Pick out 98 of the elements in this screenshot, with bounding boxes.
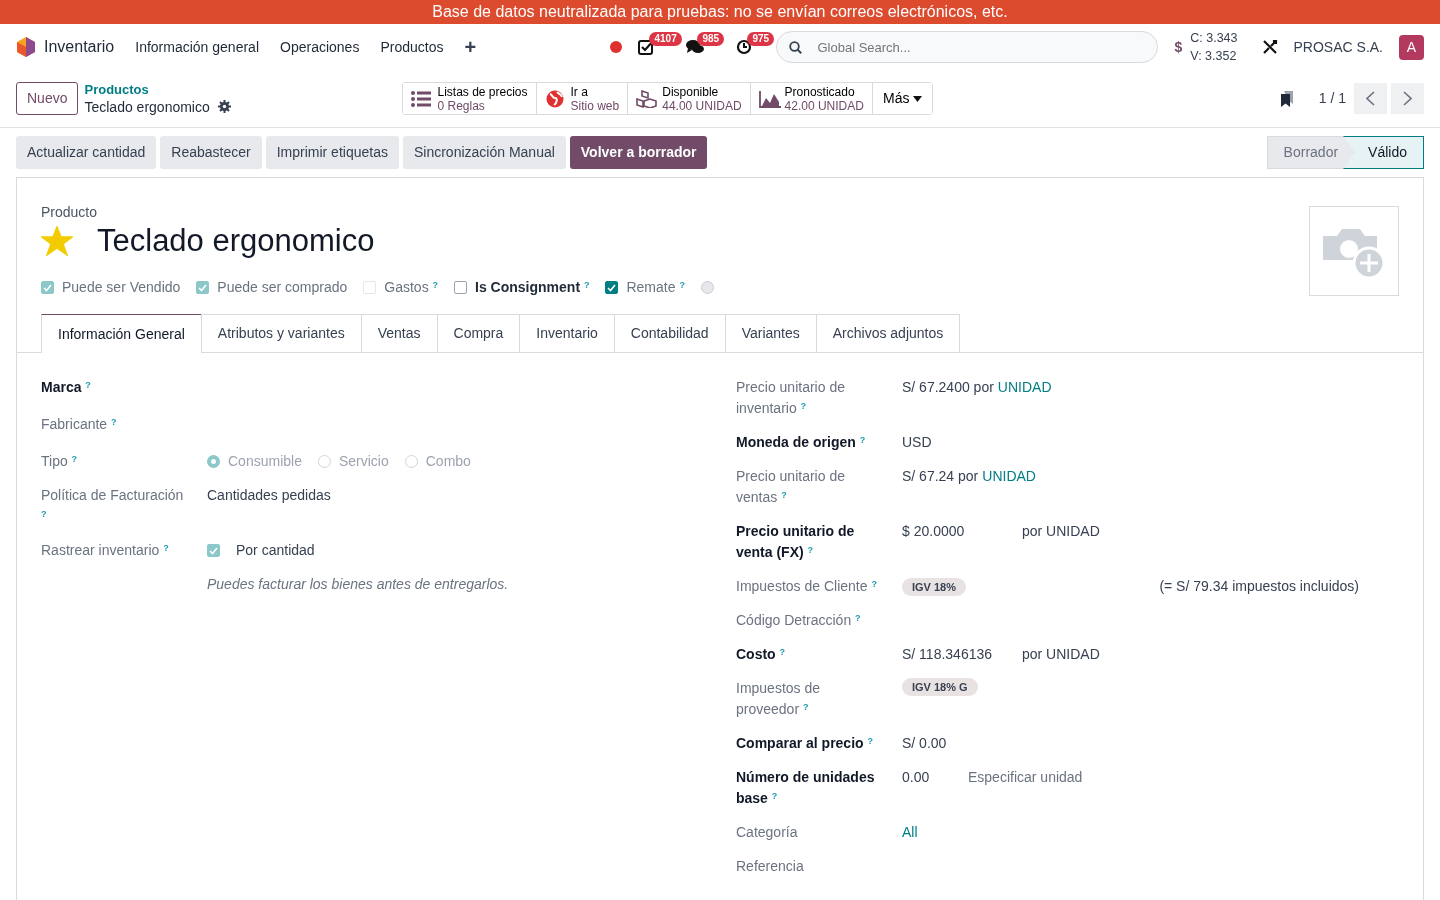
rate-text: V: 3.352: [1190, 48, 1238, 65]
image-placeholder[interactable]: [1309, 206, 1399, 296]
caret-icon: [913, 96, 923, 103]
count-badge: 4107: [649, 32, 682, 46]
tools-icon[interactable]: [1261, 39, 1278, 55]
status-stage[interactable]: Borrador: [1266, 136, 1356, 169]
list-icon: [411, 89, 434, 108]
field-label: Marca $^{?}$: [41, 378, 92, 397]
checkbox-label: Puede ser Vendido: [62, 278, 181, 297]
field-value: 0.00: [902, 768, 931, 787]
record-icon[interactable]: [610, 41, 623, 53]
unit-link[interactable]: UNIDAD: [997, 377, 1052, 398]
action-button[interactable]: Imprimir etiquetas: [265, 136, 399, 169]
field-value: S/ 67.24 por: [902, 467, 979, 486]
field-label: Rastrear inventario $^{?}$: [41, 541, 170, 560]
previous-button[interactable]: [1354, 83, 1387, 114]
count-badge: 975: [747, 32, 775, 46]
field-label: Impuestos de Cliente $^{?}$: [736, 577, 878, 596]
unit-link[interactable]: UNIDAD: [982, 466, 1036, 487]
new-icon[interactable]: +: [464, 32, 477, 62]
menu-item[interactable]: Información general: [135, 36, 259, 58]
field-label: Número de unidades base $^{?}$: [736, 768, 876, 808]
tax-note: (= S/ 79.34 impuestos incluidos): [1159, 577, 1360, 596]
breadcrumb-current: Teclado ergonomico: [84, 97, 210, 116]
menu-item[interactable]: Productos: [380, 36, 444, 58]
radio-button[interactable]: [207, 455, 220, 468]
menu-item[interactable]: Operaciones: [280, 36, 360, 58]
field-label: Precio unitario de venta (FX) $^{?}$: [736, 522, 856, 562]
field-placeholder[interactable]: Especificar unidad: [968, 767, 1083, 788]
next-button[interactable]: [1391, 83, 1424, 114]
currency-symbol: $: [1174, 37, 1183, 57]
smart-button[interactable]: Listas de precios 0 Reglas: [403, 83, 537, 114]
radio-button[interactable]: [404, 455, 418, 468]
tax-tag: IGV 18%: [902, 577, 967, 596]
action-button[interactable]: Sincronización Manual: [402, 136, 566, 169]
breadcrumb-link[interactable]: Productos: [84, 81, 403, 98]
checkbox-label: Por cantidad: [236, 541, 315, 560]
company-name[interactable]: PROSAC S.A.: [1293, 36, 1383, 58]
count-badge: 985: [697, 32, 725, 46]
field-label: Precio unitario de ventas $^{?}$: [736, 467, 846, 507]
field-label: Moneda de origen $^{?}$: [736, 433, 867, 452]
field-label: Tipo $^{?}$: [41, 452, 79, 471]
new-button[interactable]: Nuevo: [16, 82, 79, 115]
search-field[interactable]: Global Search...: [776, 31, 1159, 63]
radio-button[interactable]: [700, 281, 714, 294]
field-label: Categoría: [736, 823, 799, 842]
app-name[interactable]: Inventario: [44, 35, 115, 59]
unit-link[interactable]: All: [902, 822, 918, 843]
chevron-right-icon: [1403, 91, 1412, 106]
form-tab[interactable]: Archivos adjuntos: [815, 314, 961, 352]
field-value: USD: [902, 433, 932, 452]
checkbox-icon[interactable]: [638, 39, 655, 55]
field-value: $ 20.0000: [902, 522, 966, 541]
checkbox-label: Is Consignment $^{?}$: [475, 278, 590, 297]
form-tab[interactable]: Información General: [41, 314, 202, 353]
field-label: Costo $^{?}$: [736, 645, 787, 664]
field-label: Precio unitario de inventario $^{?}$: [736, 378, 846, 418]
field-value: S/ 67.2400 por: [902, 378, 994, 397]
user-avatar[interactable]: A: [1399, 34, 1424, 60]
bookmarks-icon[interactable]: [1278, 89, 1295, 108]
action-button[interactable]: Volver a borrador: [569, 136, 708, 169]
help-text: Puedes facturar los bienes antes de entregarlos.: [207, 575, 509, 594]
status-stage[interactable]: Válido: [1343, 136, 1424, 169]
pager-value[interactable]: 1 / 1: [1318, 88, 1346, 109]
field-label: Referencia: [736, 857, 805, 876]
checkbox[interactable]: [454, 281, 468, 294]
tax-tag: IGV 18% G: [902, 678, 978, 696]
area-chart-icon: [758, 89, 781, 108]
star-icon[interactable]: [41, 226, 73, 256]
field-label: Fabricante $^{?}$: [41, 415, 118, 434]
product-title: Teclado ergonomico: [97, 223, 375, 259]
rate-text: C: 3.343: [1190, 30, 1238, 47]
checkbox[interactable]: [605, 281, 619, 294]
action-button[interactable]: Reabastecer: [160, 136, 262, 169]
app-logo-icon: [16, 36, 36, 58]
radio-label: Servicio: [338, 452, 389, 471]
radio-button[interactable]: [317, 455, 331, 468]
banner-text: Base de datos neutralizada para pruebas: no se envían correos electrónicos, etc.: [0, 0, 1440, 24]
chevron-left-icon: [1366, 91, 1375, 106]
action-button[interactable]: Actualizar cantidad: [16, 136, 157, 169]
field-label: Producto: [41, 203, 99, 222]
search-icon: [789, 41, 803, 54]
gear-icon[interactable]: [217, 100, 231, 113]
boxes-icon: [636, 89, 659, 108]
checkbox-label: Remate $^{?}$: [626, 278, 685, 297]
field-label: Impuestos de proveedor $^{?}$: [736, 679, 822, 719]
field-value: por UNIDAD: [1022, 645, 1100, 664]
radio-label: Consumible: [228, 452, 302, 471]
radio-label: Combo: [425, 452, 471, 471]
checkbox-label: Puede ser comprado: [217, 278, 348, 297]
field-value: por UNIDAD: [1022, 522, 1100, 541]
field-label: Comparar al precio $^{?}$: [736, 734, 874, 753]
field-value: S/ 0.00: [902, 734, 947, 753]
field-value: S/ 118.346136: [902, 645, 994, 664]
checkbox-label: Gastos $^{?}$: [384, 278, 439, 297]
clock-icon[interactable]: [736, 39, 753, 55]
field-label: Código Detracción $^{?}$: [736, 611, 862, 630]
field-value: Cantidades pedidas: [207, 486, 331, 505]
